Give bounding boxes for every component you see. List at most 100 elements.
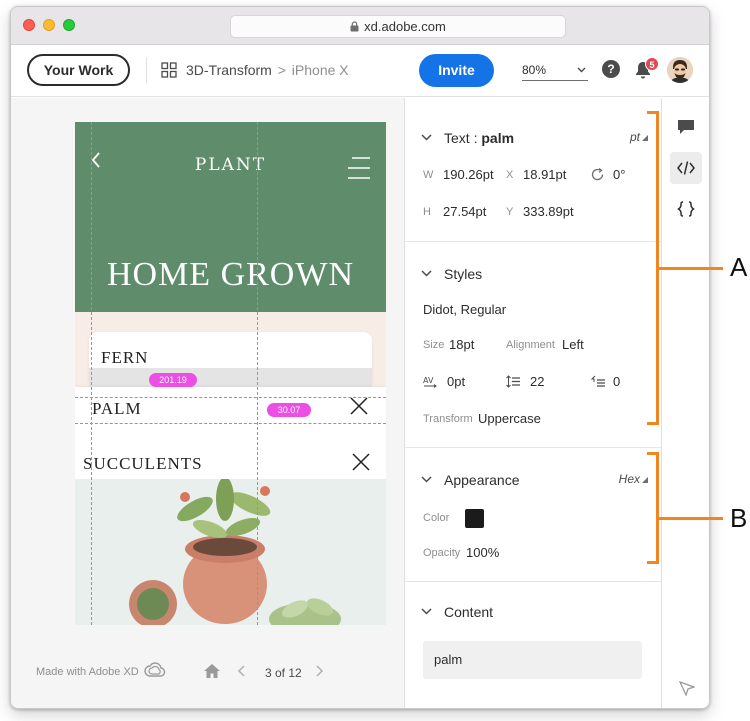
- next-page-icon[interactable]: [316, 665, 324, 677]
- report-flag-icon[interactable]: [679, 680, 695, 696]
- comments-button[interactable]: [670, 111, 702, 143]
- opacity-value[interactable]: 100%: [466, 545, 499, 560]
- guide-vertical-right: [257, 122, 258, 625]
- card-label-succulents: SUCCULENTS: [83, 454, 203, 473]
- svg-text:AV: AV: [423, 376, 434, 385]
- callout-label-b: B: [730, 503, 748, 533]
- your-work-button[interactable]: Your Work: [27, 54, 130, 86]
- address-bar[interactable]: xd.adobe.com: [230, 15, 566, 38]
- minimize-window-button[interactable]: [43, 19, 55, 31]
- height-label: H: [423, 206, 431, 218]
- invite-button[interactable]: Invite: [419, 54, 494, 87]
- canvas-area: PLANT HOME GROWN FERN PALM SUCCULENTS 20…: [11, 98, 404, 708]
- avatar-portrait-icon: [667, 57, 693, 83]
- color-format-toggle[interactable]: Hex: [619, 472, 640, 486]
- appearance-section-header[interactable]: Appearance: [421, 472, 520, 488]
- color-swatch[interactable]: [465, 509, 484, 528]
- font-size-value[interactable]: 18pt: [449, 337, 474, 352]
- curly-braces-icon: [677, 201, 695, 217]
- home-icon[interactable]: [203, 663, 221, 679]
- paragraph-spacing-icon: [591, 375, 605, 387]
- y-label: Y: [506, 206, 514, 218]
- styles-section-header[interactable]: Styles: [421, 266, 482, 282]
- card-label-palm: PALM: [92, 399, 142, 418]
- share-for-development-button[interactable]: [670, 193, 702, 225]
- succulent-illustration: [75, 479, 386, 625]
- chevron-down-icon: [421, 476, 432, 483]
- y-value[interactable]: 333.89pt: [523, 204, 574, 219]
- appearance-section: Appearance Hex Color Opacity 100%: [405, 448, 662, 582]
- page-indicator: 3 of 12: [265, 666, 302, 680]
- chevron-down-icon: [577, 67, 586, 73]
- alignment-label: Alignment: [506, 339, 555, 351]
- width-value[interactable]: 190.26pt: [443, 167, 494, 182]
- card-palm[interactable]: PALM: [75, 387, 386, 443]
- comment-icon: [678, 120, 694, 134]
- character-spacing-value[interactable]: 0pt: [447, 374, 465, 389]
- breadcrumb-separator: >: [277, 62, 286, 78]
- card-succulents[interactable]: SUCCULENTS: [75, 443, 386, 483]
- zoom-window-button[interactable]: [63, 19, 75, 31]
- help-icon[interactable]: ?: [602, 60, 620, 78]
- styles-section-title: Styles: [444, 266, 483, 282]
- callout-bracket-b: [647, 452, 659, 564]
- character-spacing-icon: AV: [423, 376, 437, 388]
- grid-view-icon[interactable]: [161, 62, 177, 78]
- appearance-section-title: Appearance: [444, 472, 520, 488]
- succulent-photo: [75, 479, 386, 625]
- inspect-panel: Text : palm pt W 190.26pt X 18.91pt 0° H…: [404, 98, 662, 708]
- text-section-header[interactable]: Text : palm: [421, 130, 514, 146]
- color-label: Color: [423, 512, 450, 524]
- callout-arm-a: [659, 267, 723, 270]
- browser-titlebar: xd.adobe.com: [11, 7, 709, 45]
- x-value[interactable]: 18.91pt: [523, 167, 566, 182]
- hero-banner: PLANT HOME GROWN: [75, 122, 386, 312]
- content-section-title: Content: [444, 604, 494, 620]
- close-icon: [352, 453, 370, 471]
- address-url: xd.adobe.com: [364, 19, 446, 34]
- paragraph-spacing-value[interactable]: 0: [613, 374, 620, 389]
- close-icon: [350, 397, 368, 415]
- card-label-fern: FERN: [101, 348, 149, 367]
- text-transform-value[interactable]: Uppercase: [478, 411, 541, 426]
- artboard-iphone-x[interactable]: PLANT HOME GROWN FERN PALM SUCCULENTS 20…: [75, 122, 386, 625]
- toolbar-divider: [146, 57, 147, 83]
- font-size-label: Size: [423, 339, 445, 351]
- browser-window: xd.adobe.com Your Work 3D-Transform > iP…: [10, 6, 710, 709]
- chevron-down-icon: [421, 134, 432, 141]
- text-transform-label: Transform: [423, 413, 473, 425]
- line-spacing-icon: [506, 375, 520, 388]
- right-rail: [661, 98, 709, 708]
- guide-vertical-left: [91, 122, 92, 625]
- unit-toggle[interactable]: pt: [630, 130, 640, 144]
- hamburger-menu-icon: [348, 157, 370, 179]
- font-family-value[interactable]: Didot, Regular: [423, 302, 506, 317]
- callout-bracket-a: [647, 111, 659, 425]
- content-section-header[interactable]: Content: [421, 604, 493, 620]
- x-label: X: [506, 169, 514, 181]
- breadcrumb-project[interactable]: 3D-Transform: [186, 62, 272, 78]
- height-value[interactable]: 27.54pt: [443, 204, 486, 219]
- chevron-down-icon: [421, 270, 432, 277]
- text-properties-section: Text : palm pt W 190.26pt X 18.91pt 0° H…: [405, 98, 662, 242]
- text-section-title-prefix: Text :: [444, 130, 482, 146]
- width-measurement-badge: 201.19: [149, 373, 197, 387]
- made-with-adobe-xd: Made with Adobe XD: [36, 666, 139, 678]
- zoom-select[interactable]: 80%: [522, 59, 588, 81]
- guide-horizontal-bottom: [75, 423, 386, 424]
- spacing-measurement-badge: 30.07: [267, 403, 311, 417]
- notification-badge: 5: [645, 57, 659, 71]
- rotation-icon: [591, 168, 604, 181]
- width-label: W: [423, 169, 434, 181]
- rotation-value[interactable]: 0°: [613, 167, 625, 182]
- previous-page-icon[interactable]: [237, 665, 245, 677]
- avatar[interactable]: [667, 57, 693, 83]
- line-spacing-value[interactable]: 22: [530, 374, 544, 389]
- callout-arm-b: [659, 517, 723, 520]
- hero-headline: HOME GROWN: [106, 256, 355, 293]
- text-content-field[interactable]: palm: [423, 641, 642, 679]
- inspect-button[interactable]: [670, 152, 702, 184]
- alignment-value[interactable]: Left: [562, 337, 584, 352]
- close-window-button[interactable]: [23, 19, 35, 31]
- creative-cloud-icon: [144, 662, 166, 677]
